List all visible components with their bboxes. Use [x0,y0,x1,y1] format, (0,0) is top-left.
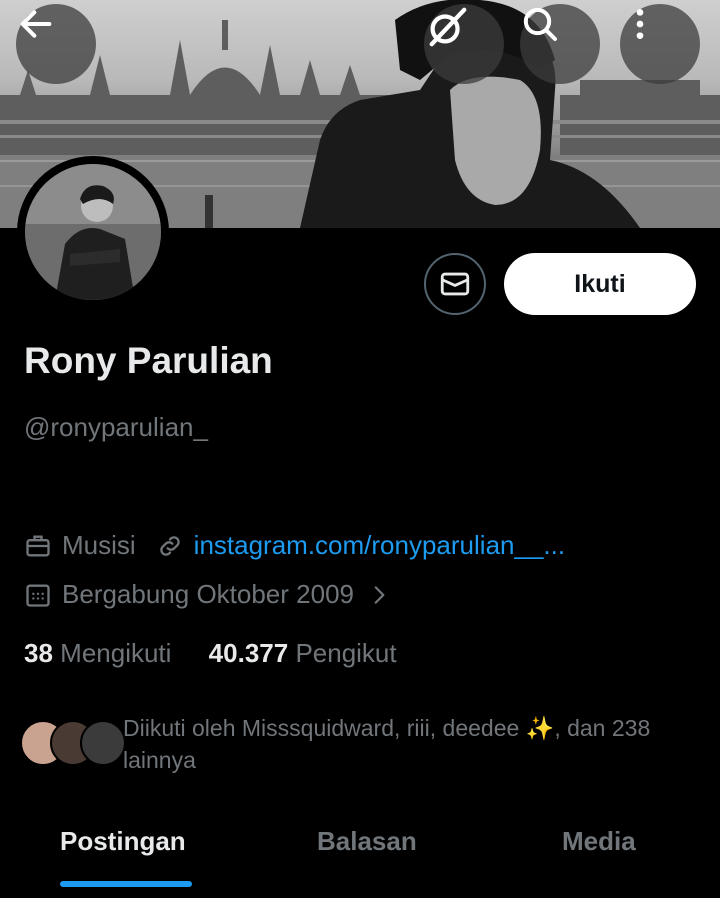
profile-handle: @ronyparulian_ [24,412,208,442]
followers-count: 40.377 [208,638,289,668]
followed-by-text: Diikuti oleh Misssquidward, riii, deedee… [123,715,651,773]
joined-row[interactable]: Bergabung Oktober 2009 [24,579,402,610]
tab-postingan[interactable]: Postingan [60,826,186,857]
followers-label: Pengikut [295,638,397,668]
grok-button[interactable] [424,4,504,84]
briefcase-icon [26,535,50,556]
more-vertical-icon [636,9,644,39]
link-icon [159,535,180,556]
arrow-left-icon [20,10,52,38]
website-link[interactable]: instagram.com/ronyparulian__... [194,530,565,561]
follow-button[interactable]: Ikuti [504,253,696,315]
more-button[interactable] [620,4,700,84]
joined-label: Bergabung Oktober 2009 [62,579,354,609]
avatar-image [25,164,161,300]
following-label: Mengikuti [60,638,172,668]
profile-info-row: Musisi instagram.com/ronyparulian__... [24,530,565,561]
profile-avatar[interactable] [17,156,169,308]
profession-label: Musisi [62,530,136,560]
chevron-right-icon [374,585,385,604]
search-icon [523,7,557,41]
tab-media[interactable]: Media [562,826,636,857]
profile-name: Rony Parulian [24,340,273,381]
followers-stat[interactable]: 40.377 Pengikut [209,638,397,668]
calendar-icon [26,584,50,607]
follower-avatar [80,720,126,766]
tab-balasan[interactable]: Balasan [317,826,417,857]
profile-tabs: Postingan Balasan Media [0,812,720,898]
back-button[interactable] [16,4,96,84]
message-button[interactable] [424,253,486,315]
following-stat[interactable]: 38 Mengikuti [24,638,171,668]
search-button[interactable] [520,4,600,84]
mail-icon [440,272,470,296]
grok-icon [429,7,467,47]
active-tab-indicator [60,881,192,887]
follow-stats: 38 Mengikuti 40.377 Pengikut [24,638,397,669]
following-count: 38 [24,638,53,668]
